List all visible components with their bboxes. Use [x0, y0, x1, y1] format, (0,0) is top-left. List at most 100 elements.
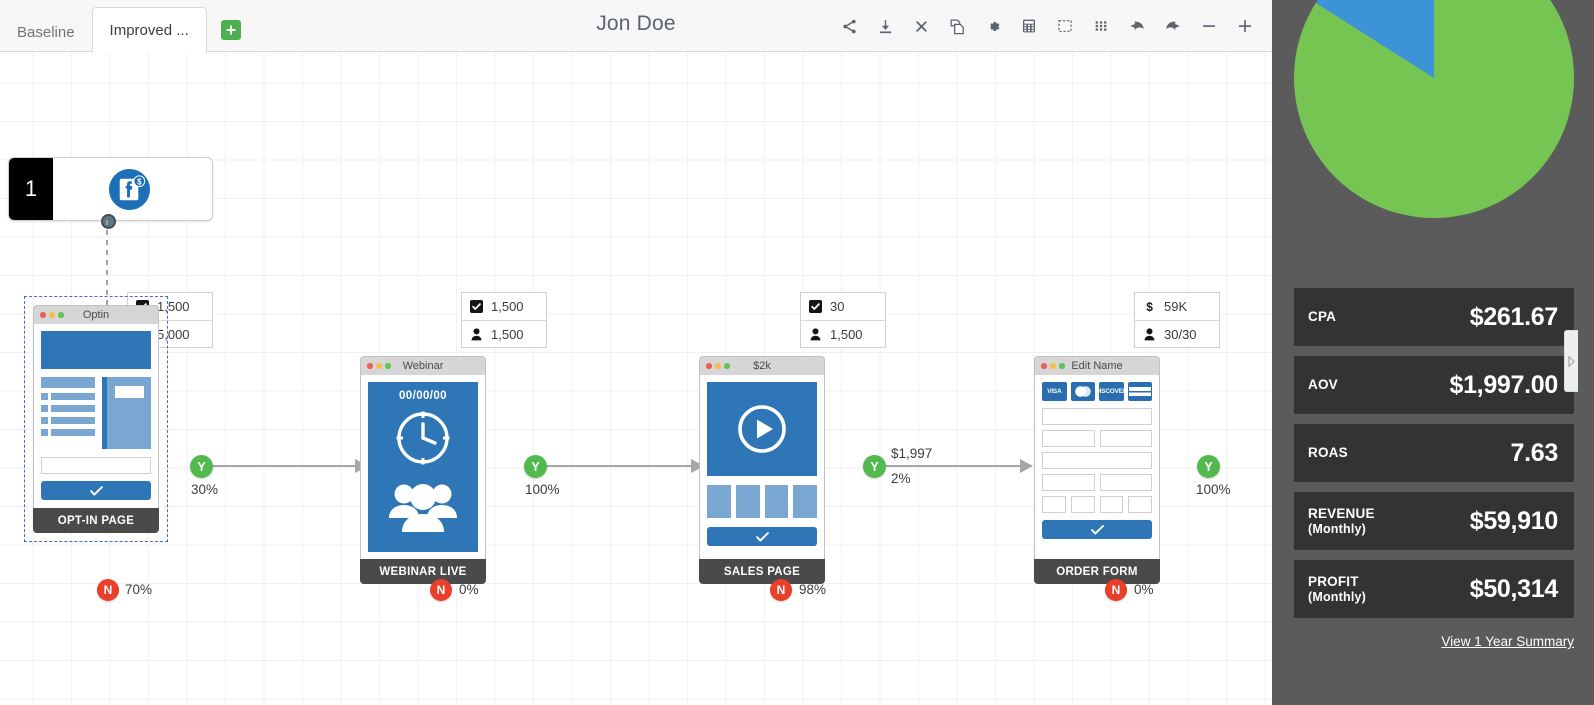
mockup-thumbnails: [707, 485, 817, 518]
connector-order-yes-percent: 100%: [1196, 482, 1231, 497]
node-order-form[interactable]: Edit Name VISA DISCOVER: [1034, 356, 1160, 584]
metric-profit[interactable]: PROFIT (Monthly) $50,314: [1294, 560, 1574, 618]
chevron-right-icon: [1568, 355, 1575, 367]
node-sales-no-badge[interactable]: N: [770, 579, 792, 601]
metric-label-text: REVENUE: [1308, 505, 1375, 521]
grid-icon: [1095, 21, 1107, 31]
add-tab-button[interactable]: [220, 20, 241, 40]
undo-icon: [1130, 21, 1144, 31]
redo-button[interactable]: [1156, 9, 1190, 43]
panel-collapse-handle[interactable]: [1564, 330, 1578, 392]
stat-box-order[interactable]: $ 59K 30/30: [1134, 292, 1220, 348]
toolbar: [832, 0, 1262, 52]
settings-button[interactable]: [976, 9, 1010, 43]
grid-button[interactable]: [1084, 9, 1118, 43]
node-titlebar[interactable]: Edit Name: [1034, 356, 1160, 375]
badge-letter: Y: [1204, 459, 1213, 474]
stat-box-webinar[interactable]: 1,500 1,500: [461, 292, 547, 348]
mockup-webinar-date: 00/00/00: [399, 390, 447, 402]
stat-box-sales[interactable]: 30 1,500: [800, 292, 886, 348]
calculator-button[interactable]: [1012, 9, 1046, 43]
node-titlebar[interactable]: $2k: [699, 356, 825, 375]
badge-letter: Y: [531, 459, 540, 474]
stat-row-conversions: 30: [801, 293, 885, 320]
window-dots-icon: [706, 363, 730, 369]
mockup-submit-button: [41, 481, 151, 500]
checkbox-icon: [809, 300, 822, 313]
node-optin-page[interactable]: Optin OPT-IN PAGE: [24, 296, 168, 542]
badge-letter: N: [776, 583, 786, 597]
metric-label: REVENUE (Monthly): [1308, 506, 1375, 537]
tab-improved-label: Improved ...: [109, 22, 189, 39]
window-dots-icon: [40, 312, 64, 318]
visa-icon: VISA: [1042, 382, 1067, 401]
metric-roas[interactable]: ROAS 7.63: [1294, 424, 1574, 482]
facebook-ads-icon: $: [108, 168, 151, 211]
tab-strip: Baseline Improved ...: [0, 0, 241, 53]
source-node-number: 1: [9, 158, 53, 220]
pie-slices: [1294, 0, 1574, 218]
check-icon: [755, 531, 769, 541]
metric-list: CPA $261.67 AOV $1,997.00 ROAS 7.63 REVE…: [1294, 288, 1574, 628]
node-footer-label: ORDER FORM: [1034, 559, 1160, 584]
metric-aov[interactable]: AOV $1,997.00: [1294, 356, 1574, 414]
duplicate-icon: [949, 18, 964, 34]
source-node-output-port[interactable]: [101, 214, 116, 229]
connector-order-yes-badge[interactable]: Y: [1197, 455, 1220, 478]
badge-letter: Y: [197, 459, 206, 474]
connector-webinar-yes-badge[interactable]: Y: [524, 455, 547, 478]
tab-baseline[interactable]: Baseline: [0, 12, 92, 52]
node-order-no-badge[interactable]: N: [1105, 579, 1127, 601]
mockup-video-player: [707, 382, 817, 476]
view-year-summary-link[interactable]: View 1 Year Summary: [1272, 634, 1574, 649]
zoom-in-icon: [1239, 20, 1251, 33]
node-sales-page[interactable]: $2k SALES PAGE: [699, 356, 825, 584]
stat-value: 30/30: [1164, 326, 1197, 342]
node-titlebar[interactable]: Optin: [33, 305, 159, 324]
connector-arrowhead: [1020, 459, 1033, 473]
undo-button[interactable]: [1120, 9, 1154, 43]
badge-letter: N: [1111, 583, 1121, 597]
connector-sales-yes-badge[interactable]: Y: [863, 455, 886, 478]
select-area-icon: [1058, 20, 1072, 32]
metric-revenue[interactable]: REVENUE (Monthly) $59,910: [1294, 492, 1574, 550]
metric-value: 7.63: [1510, 438, 1559, 467]
download-icon: [879, 19, 891, 33]
node-footer-label: OPT-IN PAGE: [33, 508, 159, 533]
connector-optin-yes-badge[interactable]: Y: [190, 455, 213, 478]
connector-sales-to-order[interactable]: [885, 459, 1033, 473]
stat-row-visitors: 1,500: [801, 320, 885, 347]
node-titlebar[interactable]: Webinar: [360, 356, 486, 375]
svg-text:$: $: [1146, 300, 1153, 313]
select-area-button[interactable]: [1048, 9, 1082, 43]
zoom-in-button[interactable]: [1228, 9, 1262, 43]
node-footer-label: SALES PAGE: [699, 559, 825, 584]
node-optin-no-badge[interactable]: N: [97, 579, 119, 601]
connector-optin-yes-percent: 30%: [191, 482, 219, 497]
connector-webinar-to-sales[interactable]: [546, 459, 704, 473]
delete-button[interactable]: [904, 9, 938, 43]
node-webinar-live[interactable]: Webinar 00/00/00 WEBINAR LIVE: [360, 356, 486, 584]
node-preview-optin: [33, 324, 159, 508]
funnel-canvas[interactable]: 1 $ 1,500 5,000 1,500 1,500 30 1,500 $ 5…: [0, 52, 1272, 705]
duplicate-button[interactable]: [940, 9, 974, 43]
node-preview-order: VISA DISCOVER: [1034, 375, 1160, 559]
download-button[interactable]: [868, 9, 902, 43]
metric-value: $261.67: [1469, 302, 1559, 331]
delete-icon: [915, 20, 927, 32]
stat-row-revenue: $ 59K: [1135, 293, 1219, 320]
share-button[interactable]: [832, 9, 866, 43]
tab-improved[interactable]: Improved ...: [91, 7, 207, 53]
clock-icon: [392, 407, 454, 474]
profit-pie-chart: [1272, 0, 1594, 282]
metric-cpa[interactable]: CPA $261.67: [1294, 288, 1574, 346]
metrics-panel: CPA $261.67 AOV $1,997.00 ROAS 7.63 REVE…: [1272, 0, 1594, 705]
node-webinar-no-badge[interactable]: N: [430, 579, 452, 601]
node-sales-no-percent: 98%: [799, 582, 827, 597]
connector-optin-to-webinar[interactable]: [212, 459, 368, 473]
source-node-facebook-ad[interactable]: 1 $: [8, 157, 213, 229]
stat-value: 59K: [1164, 299, 1188, 314]
connector-sales-value: $1,997: [891, 446, 933, 461]
zoom-out-button[interactable]: [1192, 9, 1226, 43]
metric-label-text: AOV: [1308, 377, 1338, 393]
